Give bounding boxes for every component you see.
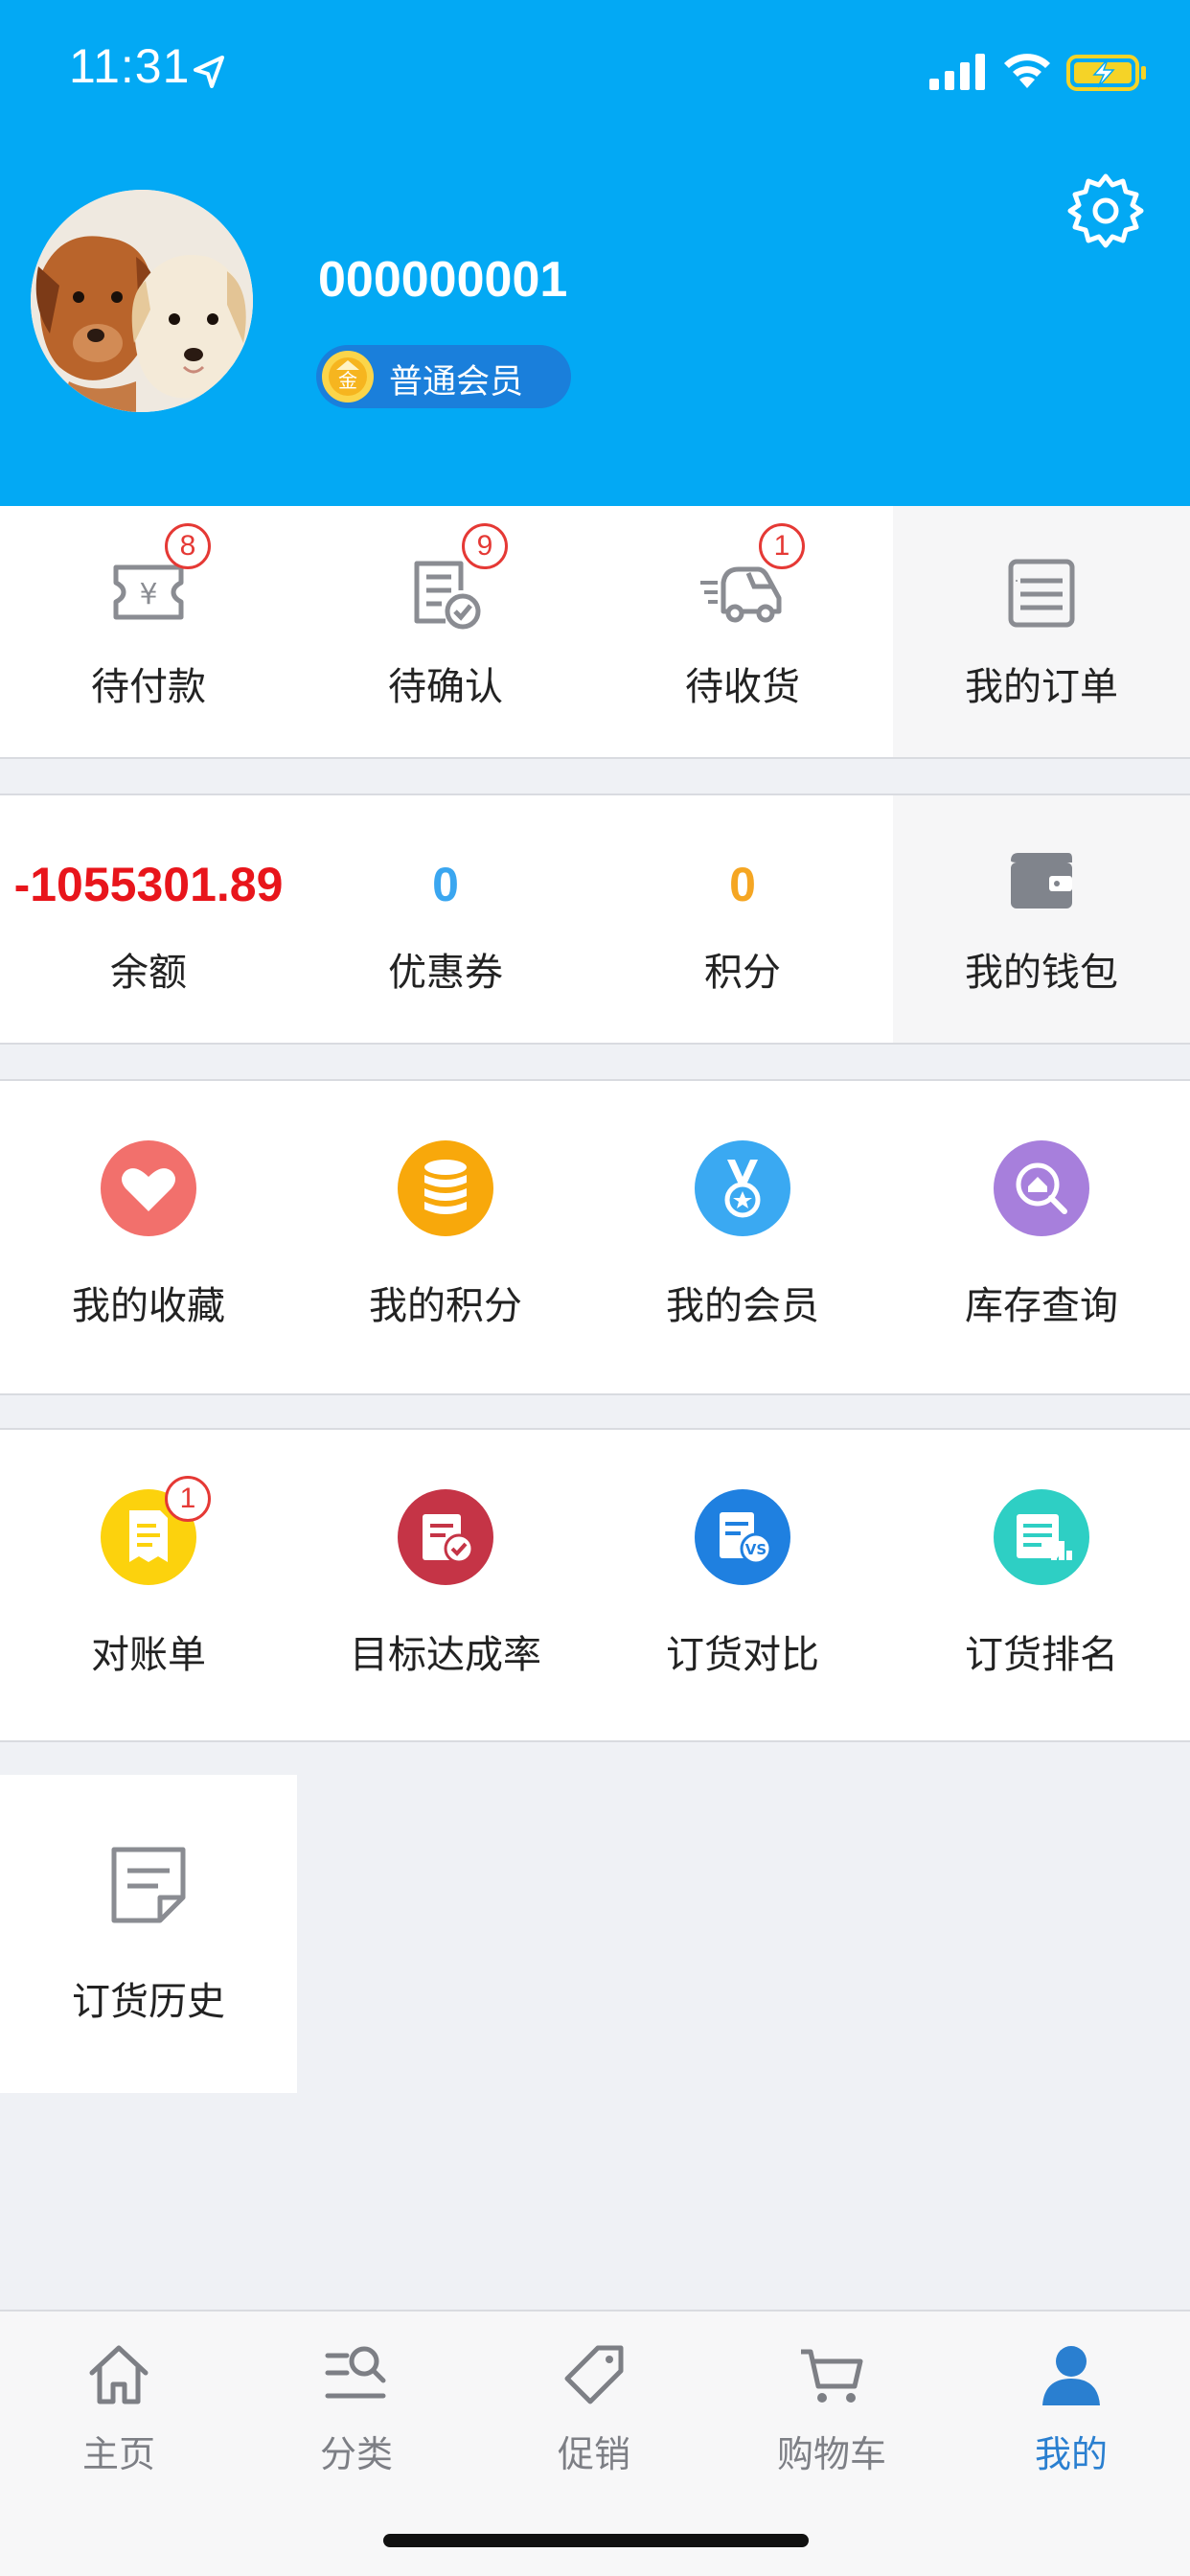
inventory-search-icon (994, 1140, 1089, 1236)
tab-promotion[interactable]: 促销 (475, 2312, 713, 2503)
battery-charging-icon (1066, 55, 1146, 91)
feature-points[interactable]: 我的积分 (297, 1081, 594, 1393)
tab-label: 主页 (81, 2433, 155, 2475)
wallet-icon (1011, 853, 1072, 908)
order-label: 待确认 (388, 665, 503, 709)
balance-value: -1055301.89 (13, 858, 284, 911)
feature-label: 订货对比 (666, 1633, 819, 1677)
tab-label: 我的 (1034, 2433, 1108, 2475)
feature-membership[interactable]: 我的会员 (594, 1081, 891, 1393)
heart-icon (101, 1140, 196, 1236)
feature-label: 我的收藏 (72, 1284, 225, 1328)
tab-cart[interactable]: 购物车 (713, 2312, 950, 2503)
coin-glyph: 金 (338, 369, 357, 392)
tag-icon (564, 2345, 624, 2404)
feature-label: 订货历史 (72, 1980, 225, 2024)
my-wallet[interactable]: 我的钱包 (893, 795, 1190, 1043)
tab-label: 购物车 (776, 2433, 886, 2475)
features-panel-1: 我的收藏 我的积分 我的会员 库存查询 (0, 1079, 1190, 1395)
order-list-icon (1008, 559, 1075, 628)
svg-text:VS: VS (745, 1541, 767, 1558)
points-label: 积分 (704, 951, 781, 995)
coins-stack-icon (398, 1140, 493, 1236)
feature-label: 对账单 (91, 1633, 206, 1677)
wifi-icon (1004, 54, 1050, 88)
status-time: 11:31 (69, 39, 191, 93)
user-icon (1042, 2346, 1100, 2405)
ranking-icon (994, 1489, 1089, 1585)
order-pending-receipt[interactable]: 1 待收货 (594, 506, 891, 757)
tab-category[interactable]: 分类 (238, 2312, 475, 2503)
order-count-badge: 9 (462, 523, 508, 569)
order-pending-payment[interactable]: ¥ 8 待付款 (0, 506, 297, 757)
feature-favorites[interactable]: 我的收藏 (0, 1081, 297, 1393)
points-item[interactable]: 0 积分 (594, 795, 891, 1043)
orders-panel: ¥ 8 待付款 9 待确认 1 待收货 我的订单 (0, 506, 1190, 759)
feature-statement[interactable]: 1 对账单 (0, 1430, 297, 1740)
vs-compare-icon: VS (695, 1489, 790, 1585)
order-count-badge: 1 (759, 523, 805, 569)
features-panel-2: 1 对账单 目标达成率 VS 订货对比 订货排名 (0, 1428, 1190, 1742)
tab-mine[interactable]: 我的 (952, 2312, 1190, 2503)
coupon-label: 优惠券 (388, 951, 503, 995)
svg-text:¥: ¥ (139, 578, 157, 611)
points-value: 0 (729, 858, 756, 911)
my-orders[interactable]: 我的订单 (893, 506, 1190, 757)
feature-label: 库存查询 (965, 1284, 1118, 1328)
features-panel-3: 订货历史 (0, 1775, 297, 2093)
feature-order-ranking[interactable]: 订货排名 (893, 1430, 1190, 1740)
feature-label: 我的积分 (369, 1284, 522, 1328)
home-icon (89, 2345, 149, 2404)
gold-coin-icon: 金 (322, 351, 374, 402)
tab-label: 促销 (557, 2433, 630, 2475)
order-label: 待付款 (91, 665, 206, 709)
location-arrow-icon (194, 56, 224, 88)
wallet-label: 我的钱包 (965, 951, 1118, 995)
wallet-panel: -1055301.89 余额 0 优惠券 0 积分 我的钱包 (0, 794, 1190, 1045)
status-bar: 11:31 (0, 0, 1190, 144)
feature-label: 订货排名 (965, 1633, 1118, 1677)
order-label: 待收货 (685, 665, 800, 709)
order-count-badge: 8 (165, 523, 211, 569)
feature-target-rate[interactable]: 目标达成率 (297, 1430, 594, 1740)
history-note-icon (111, 1847, 186, 1923)
balance-item[interactable]: -1055301.89 余额 (0, 795, 297, 1043)
target-check-icon (398, 1489, 493, 1585)
username: 000000001 (318, 252, 568, 308)
home-indicator[interactable] (383, 2534, 809, 2547)
settings-gear-icon[interactable] (1065, 171, 1146, 251)
cart-icon (801, 2349, 863, 2403)
tab-home[interactable]: 主页 (0, 2312, 238, 2503)
medal-icon (695, 1140, 790, 1236)
tab-label: 分类 (319, 2433, 393, 2475)
coupon-item[interactable]: 0 优惠券 (297, 795, 594, 1043)
statement-count-badge: 1 (165, 1476, 211, 1522)
category-search-icon (325, 2346, 386, 2399)
feature-label: 目标达成率 (350, 1633, 541, 1677)
member-level-label: 普通会员 (389, 363, 524, 402)
profile-header: 11:31 000000001 金 普通会员 (0, 0, 1190, 506)
order-label: 我的订单 (965, 665, 1118, 709)
balance-label: 余额 (110, 951, 187, 995)
feature-order-compare[interactable]: VS 订货对比 (594, 1430, 891, 1740)
feature-label: 我的会员 (666, 1284, 819, 1328)
cellular-signal-icon (929, 54, 985, 90)
puppies-photo (31, 190, 253, 412)
member-level-badge[interactable]: 金 普通会员 (316, 345, 571, 408)
feature-inventory[interactable]: 库存查询 (893, 1081, 1190, 1393)
avatar[interactable] (31, 190, 253, 412)
feature-order-history[interactable]: 订货历史 (0, 1775, 297, 2093)
coupon-value: 0 (432, 858, 459, 911)
order-pending-confirm[interactable]: 9 待确认 (297, 506, 594, 757)
